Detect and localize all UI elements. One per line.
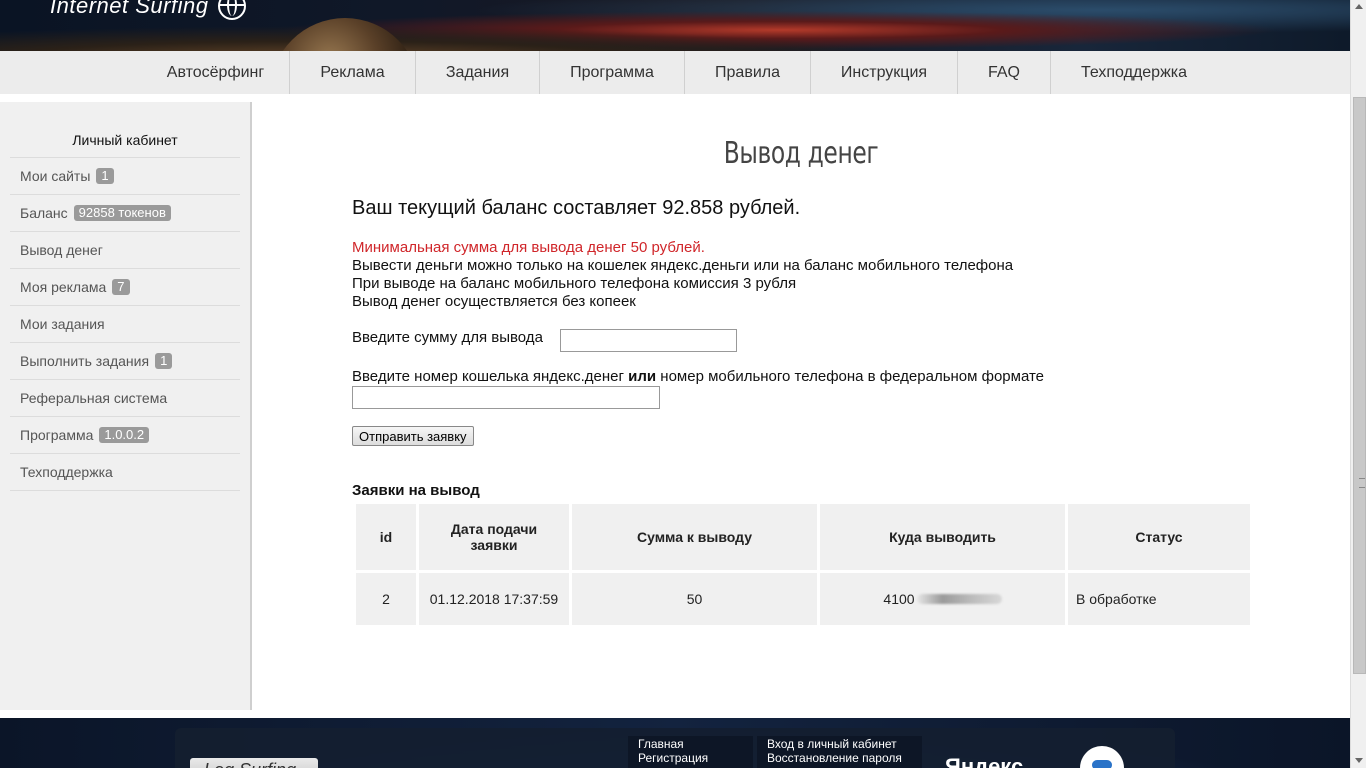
wallet-label-or: или — [628, 368, 657, 385]
count-badge: 1 — [155, 353, 173, 369]
scroll-down-icon[interactable] — [1355, 758, 1363, 763]
main-content: Вывод денег Ваш текущий баланс составляе… — [252, 102, 1350, 710]
version-badge: 1.0.0.2 — [99, 427, 150, 443]
footer-spacer — [0, 710, 1350, 718]
col-header-status: Статус — [1068, 504, 1250, 570]
cell-amount: 50 — [572, 573, 817, 625]
withdraw-notes: Минимальная сумма для вывода денег 50 ру… — [352, 239, 1013, 311]
sidebar-item-balance[interactable]: Баланс 92858 токенов — [10, 194, 240, 231]
col-header-date-text: Дата подачи заявки — [450, 521, 538, 553]
site-logo[interactable]: Internet Surfing — [50, 0, 208, 19]
sidebar-item-my-sites[interactable]: Мои сайты 1 — [10, 157, 240, 194]
cell-date: 01.12.2018 17:37:59 — [419, 573, 569, 625]
amount-input[interactable] — [560, 329, 737, 352]
balance-badge: 92858 токенов — [73, 205, 171, 221]
footer-links-col2: Вход в личный кабинет Восстановление пар… — [757, 736, 922, 768]
yandex-logo: Яндекс — [945, 754, 1024, 768]
cell-id: 2 — [356, 573, 416, 625]
nav-item-autosurfing[interactable]: Автосёрфинг — [142, 51, 290, 94]
table-row: 2 01.12.2018 17:37:59 50 4100 В обработк… — [356, 573, 1250, 625]
wallet-label: Введите номер кошелька яндекс.денег или … — [352, 368, 1044, 385]
sidebar-item-do-tasks[interactable]: Выполнить задания 1 — [10, 342, 240, 379]
col-header-date: Дата подачи заявки — [419, 504, 569, 570]
grip-icon — [1359, 478, 1365, 488]
globe-icon — [218, 0, 246, 20]
count-badge: 1 — [96, 168, 114, 184]
site-header: Internet Surfing — [0, 0, 1350, 51]
sidebar-item-program[interactable]: Программа 1.0.0.2 — [10, 416, 240, 453]
sidebar-item-label: Мои задания — [20, 316, 105, 332]
sidebar-item-label: Реферальная система — [20, 390, 168, 406]
cell-status: В обработке — [1068, 573, 1250, 625]
site-footer: Log Surfing Главная Регистрация Вход в л… — [0, 718, 1350, 768]
scroll-up-icon[interactable] — [1355, 4, 1363, 9]
col-header-amount: Сумма к выводу — [572, 504, 817, 570]
destination-visible-digits: 4100 — [883, 591, 915, 607]
scrollbar[interactable] — [1350, 0, 1366, 768]
nav-item-program[interactable]: Программа — [540, 51, 685, 94]
kopecks-note: Вывод денег осуществляется без копеек — [352, 293, 636, 310]
wallet-note: Вывести деньги можно только на кошелек я… — [352, 257, 1014, 274]
balance-text: Ваш текущий баланс составляет 92.858 руб… — [352, 197, 801, 219]
commission-note: При выводе на баланс мобильного телефона… — [352, 275, 797, 292]
footer-link-register[interactable]: Регистрация — [638, 751, 708, 765]
sidebar-item-withdraw[interactable]: Вывод денег — [10, 231, 240, 268]
nav-item-tasks[interactable]: Задания — [416, 51, 540, 94]
nav-item-support[interactable]: Техподдержка — [1051, 51, 1217, 94]
count-badge: 7 — [112, 279, 130, 295]
footer-links-col1: Главная Регистрация — [628, 736, 753, 768]
main-nav: Автосёрфинг Реклама Задания Программа Пр… — [0, 51, 1350, 95]
sidebar-item-label: Выполнить задания — [20, 353, 150, 369]
redacted-blur — [916, 594, 1002, 604]
sidebar-item-label: Баланс — [20, 205, 68, 221]
min-amount-note: Минимальная сумма для вывода денег 50 ру… — [352, 239, 705, 256]
footer-link-login[interactable]: Вход в личный кабинет — [767, 737, 897, 751]
sidebar-item-label: Мои сайты — [20, 168, 91, 184]
sidebar-item-label: Моя реклама — [20, 279, 107, 295]
footer-link-recover[interactable]: Восстановление пароля — [767, 751, 902, 765]
footer-logo-text: Log Surfing — [204, 760, 296, 768]
footer-link-home[interactable]: Главная — [638, 737, 684, 751]
footer-logo-button[interactable]: Log Surfing — [190, 758, 318, 768]
sidebar-item-label: Программа — [20, 427, 94, 443]
submit-request-button[interactable]: Отправить заявку — [352, 426, 474, 446]
col-header-id: id — [356, 504, 416, 570]
nav-item-rules[interactable]: Правила — [685, 51, 811, 94]
page-title: Вывод денег — [723, 136, 879, 171]
sidebar-item-my-ads[interactable]: Моя реклама 7 — [10, 268, 240, 305]
cell-destination: 4100 — [820, 573, 1065, 625]
scrollbar-thumb[interactable] — [1353, 97, 1366, 674]
wallet-label-text: Введите номер кошелька яндекс.денег — [352, 368, 629, 385]
sidebar-item-my-tasks[interactable]: Мои задания — [10, 305, 240, 342]
planet-image — [270, 18, 420, 51]
sidebar-item-label: Техподдержка — [20, 464, 113, 480]
sidebar-item-referral[interactable]: Реферальная система — [10, 379, 240, 416]
requests-table: id Дата подачи заявки Сумма к выводу Куд… — [353, 501, 1253, 628]
requests-title: Заявки на вывод — [352, 482, 480, 499]
wallet-input[interactable] — [352, 386, 660, 409]
nav-item-instruction[interactable]: Инструкция — [811, 51, 958, 94]
sidebar-title: Личный кабинет — [72, 132, 178, 148]
amount-label: Введите сумму для вывода — [352, 329, 543, 346]
sidebar: Личный кабинет Мои сайты 1 Баланс 92858 то… — [0, 102, 252, 710]
col-header-destination: Куда выводить — [820, 504, 1065, 570]
nav-item-advertising[interactable]: Реклама — [290, 51, 416, 94]
nav-item-faq[interactable]: FAQ — [958, 51, 1051, 94]
table-header-row: id Дата подачи заявки Сумма к выводу Куд… — [356, 504, 1250, 570]
sidebar-item-label: Вывод денег — [20, 242, 103, 258]
sidebar-item-support[interactable]: Техподдержка — [10, 453, 240, 491]
wallet-label-text-2: номер мобильного телефона в федеральном … — [656, 368, 1045, 385]
nav-spacer — [0, 94, 1350, 102]
